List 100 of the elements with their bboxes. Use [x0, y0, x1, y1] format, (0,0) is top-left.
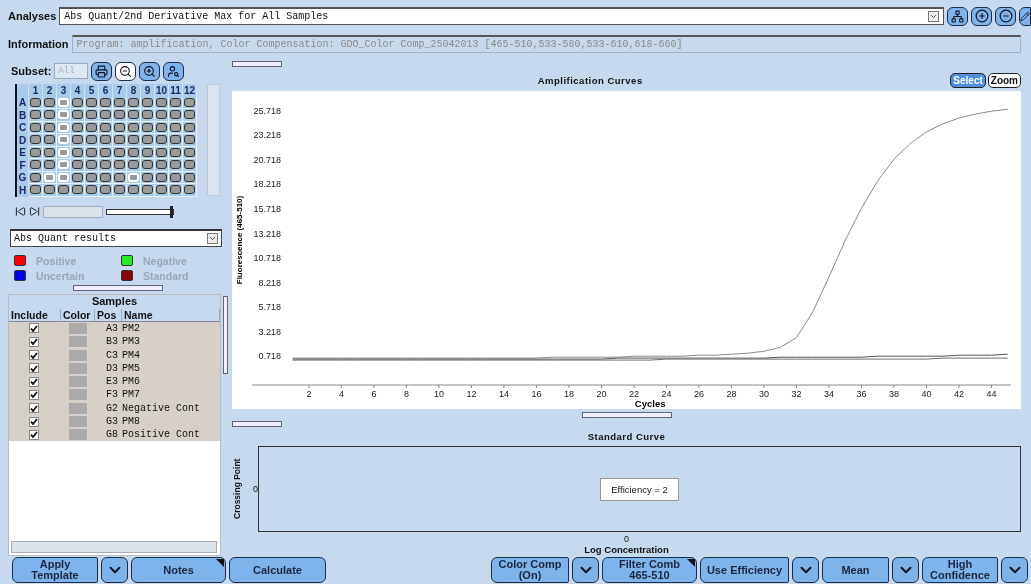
well[interactable]: [128, 135, 139, 145]
include-checkbox[interactable]: [29, 416, 39, 427]
well[interactable]: [30, 185, 41, 195]
well[interactable]: [86, 147, 97, 157]
scrollbar[interactable]: [43, 205, 103, 218]
row-header[interactable]: B: [17, 109, 29, 122]
well[interactable]: [128, 147, 139, 157]
well[interactable]: [184, 147, 195, 157]
column-header[interactable]: 4: [71, 84, 85, 97]
well[interactable]: [170, 110, 181, 120]
well[interactable]: [156, 172, 167, 182]
well[interactable]: [72, 135, 83, 145]
row-header[interactable]: F: [17, 159, 29, 172]
column-header[interactable]: 6: [99, 84, 113, 97]
dropdown-button[interactable]: [1001, 557, 1028, 583]
well[interactable]: [170, 135, 181, 145]
include-checkbox[interactable]: [29, 363, 39, 374]
include-checkbox[interactable]: [29, 323, 39, 334]
well[interactable]: [128, 110, 139, 120]
analyses-dropdown[interactable]: Abs Quant/2nd Derivative Max for All Samples: [59, 7, 944, 25]
well[interactable]: [142, 110, 153, 120]
well[interactable]: [100, 110, 111, 120]
well[interactable]: [114, 135, 125, 145]
column-header[interactable]: 1: [29, 84, 43, 97]
well[interactable]: [128, 122, 139, 132]
zoom-out-button[interactable]: [995, 6, 1016, 26]
toolbar-button[interactable]: Use Efficiency: [700, 557, 789, 583]
well[interactable]: [30, 97, 41, 107]
well[interactable]: [114, 110, 125, 120]
well[interactable]: [72, 110, 83, 120]
well[interactable]: [114, 147, 125, 157]
well[interactable]: [30, 110, 41, 120]
well[interactable]: [86, 172, 97, 182]
well[interactable]: [156, 185, 167, 195]
toolbar-button[interactable]: Calculate: [229, 557, 326, 583]
well[interactable]: [142, 185, 153, 195]
well[interactable]: [142, 160, 153, 170]
well[interactable]: [128, 185, 139, 195]
dropdown-button[interactable]: [792, 557, 819, 583]
include-checkbox[interactable]: [29, 403, 39, 414]
well[interactable]: [184, 135, 195, 145]
mode-tab[interactable]: Zoom: [987, 72, 1021, 88]
well[interactable]: [170, 172, 181, 182]
column-header[interactable]: 7: [113, 84, 127, 97]
zoom-in-button[interactable]: [139, 61, 161, 81]
well[interactable]: [44, 160, 55, 170]
well[interactable]: [156, 160, 167, 170]
well[interactable]: [100, 172, 111, 182]
well[interactable]: [114, 122, 125, 132]
splitter-handle[interactable]: [232, 421, 282, 427]
well[interactable]: [170, 97, 181, 107]
row-header[interactable]: H: [17, 184, 29, 197]
well[interactable]: [128, 97, 139, 107]
well[interactable]: [30, 122, 41, 132]
well[interactable]: [86, 135, 97, 145]
well[interactable]: [142, 122, 153, 132]
zoom-out-button[interactable]: [115, 61, 137, 81]
well[interactable]: [86, 185, 97, 195]
well[interactable]: [30, 135, 41, 145]
well[interactable]: [156, 122, 167, 132]
well[interactable]: [100, 97, 111, 107]
well[interactable]: [114, 97, 125, 107]
print-button[interactable]: [91, 61, 113, 81]
well[interactable]: [86, 160, 97, 170]
splitter-handle[interactable]: [73, 284, 163, 291]
row-header[interactable]: D: [17, 134, 29, 147]
well[interactable]: [72, 122, 83, 132]
dropdown-button[interactable]: [892, 557, 919, 583]
zoom-in-button[interactable]: [971, 6, 992, 26]
well[interactable]: [114, 185, 125, 195]
well[interactable]: [86, 110, 97, 120]
column-header[interactable]: 10: [155, 84, 169, 97]
toolbar-button[interactable]: High Confidence: [922, 557, 998, 583]
well[interactable]: [58, 185, 69, 195]
splitter-handle[interactable]: [232, 61, 282, 67]
splitter-handle[interactable]: [223, 295, 228, 374]
well[interactable]: [44, 147, 55, 157]
toolbar-button[interactable]: Color Comp (On): [491, 557, 569, 583]
include-checkbox[interactable]: [29, 350, 39, 361]
well[interactable]: [72, 172, 83, 182]
include-checkbox[interactable]: [29, 336, 39, 347]
well[interactable]: [170, 185, 181, 195]
splitter-handle[interactable]: [581, 412, 672, 418]
column-header[interactable]: 9: [141, 84, 155, 97]
well[interactable]: [184, 97, 195, 107]
well[interactable]: [170, 147, 181, 157]
include-checkbox[interactable]: [29, 376, 39, 387]
well[interactable]: [72, 160, 83, 170]
well[interactable]: [142, 147, 153, 157]
well[interactable]: [30, 172, 41, 182]
well[interactable]: [156, 147, 167, 157]
well[interactable]: [72, 97, 83, 107]
column-header[interactable]: 5: [85, 84, 99, 97]
well[interactable]: [86, 97, 97, 107]
well[interactable]: [142, 172, 153, 182]
scrollbar[interactable]: [11, 541, 217, 553]
well[interactable]: [44, 110, 55, 120]
well[interactable]: [170, 160, 181, 170]
results-dropdown[interactable]: Abs Quant results: [10, 228, 222, 247]
well[interactable]: [30, 147, 41, 157]
